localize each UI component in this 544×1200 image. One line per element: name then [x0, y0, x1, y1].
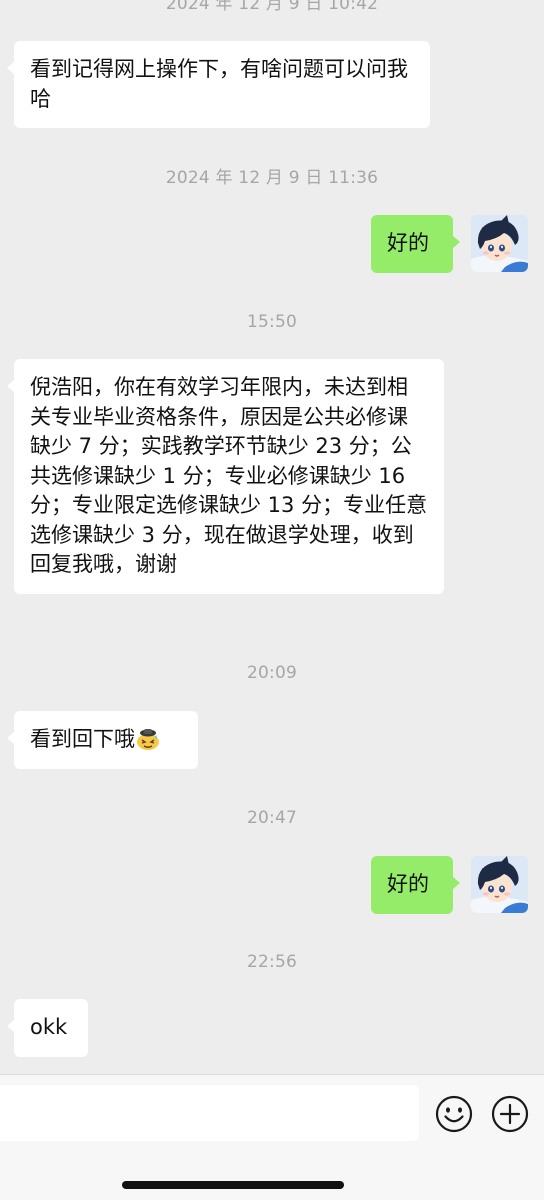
message-text: 看到记得网上操作下，有啥问题可以问我哈 — [30, 57, 408, 111]
timestamp: 20:47 — [247, 808, 297, 828]
incoming-message-bubble[interactable]: 看到记得网上操作下，有啥问题可以问我哈 — [7, 41, 430, 128]
outgoing-message-bubble[interactable]: 好的 — [371, 856, 460, 914]
timestamp: 22:56 — [247, 952, 297, 972]
timestamp: 15:50 — [247, 312, 297, 332]
sweat-smile-emoji-icon — [135, 725, 161, 751]
timestamp: 20:09 — [247, 663, 297, 683]
incoming-message-bubble[interactable]: 倪浩阳，你在有效学习年限内，未达到相关专业毕业资格条件，原因是公共必修课缺少 7… — [7, 359, 444, 594]
user-avatar[interactable] — [471, 215, 528, 272]
home-indicator — [122, 1181, 344, 1189]
message-text: 看到回下哦 — [30, 727, 135, 751]
timestamp: 2024 年 12 月 9 日 11:36 — [165, 168, 379, 188]
timestamp: 2024 年 12 月 9 日 10:42 — [165, 0, 379, 14]
incoming-message-bubble[interactable]: 看到回下哦 — [7, 711, 198, 769]
user-avatar[interactable] — [471, 856, 528, 913]
message-text: 好的 — [387, 231, 429, 255]
smiley-face-icon[interactable] — [435, 1095, 473, 1133]
plus-circle-icon[interactable] — [491, 1095, 529, 1133]
message-text: 倪浩阳，你在有效学习年限内，未达到相关专业毕业资格条件，原因是公共必修课缺少 7… — [30, 375, 428, 576]
message-text: 好的 — [387, 872, 429, 896]
outgoing-message-bubble[interactable]: 好的 — [371, 215, 460, 273]
avatar-image — [471, 856, 528, 913]
message-text: okk — [30, 1015, 68, 1039]
incoming-message-bubble[interactable]: okk — [7, 999, 88, 1057]
avatar-image — [471, 215, 528, 272]
chat-input-bar — [0, 1074, 544, 1200]
message-input[interactable] — [0, 1085, 419, 1141]
chat-message-list[interactable]: 2024 年 12 月 9 日 10:42 看到记得网上操作下，有啥问题可以问我… — [0, 0, 544, 1074]
